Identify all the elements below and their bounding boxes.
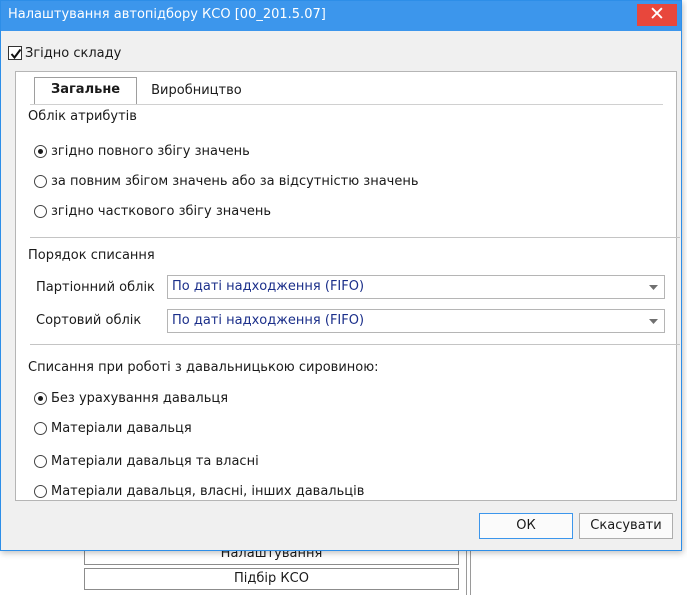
radio-label: Матеріали давальця: [51, 420, 192, 436]
tab-production[interactable]: Виробництво: [137, 80, 256, 104]
auto-selection-settings-dialog: Налаштування автопідбору КСО [00_201.5.0…: [0, 0, 682, 551]
radio-button[interactable]: [34, 391, 47, 405]
attributes-option-full-match[interactable]: згідно повного збігу значень: [34, 142, 250, 160]
according-to-composition-label: Згідно складу: [25, 45, 122, 61]
radio-button[interactable]: [34, 174, 47, 188]
chevron-down-icon: [649, 285, 658, 290]
close-button[interactable]: ✕: [637, 4, 677, 26]
attributes-option-full-or-empty[interactable]: за повним збігом значень або за відсутні…: [34, 172, 419, 190]
batch-accounting-label: Партіонний облік: [36, 280, 155, 295]
radio-button[interactable]: [34, 421, 47, 435]
background-vertical-line: [466, 548, 467, 595]
according-to-composition-checkbox[interactable]: [8, 46, 22, 60]
attributes-section-title: Облік атрибутів: [28, 109, 137, 124]
section-divider: [30, 344, 680, 345]
dialog-title: Налаштування автопідбору КСО [00_201.5.0…: [8, 7, 326, 22]
grade-accounting-select[interactable]: По даті надходження (FIFO): [167, 309, 665, 333]
tolling-option-all-suppliers[interactable]: Матеріали давальця, власні, інших даваль…: [34, 482, 364, 500]
tolling-section-title: Списання при роботі з давальницькою сиро…: [28, 360, 379, 375]
radio-button[interactable]: [34, 144, 47, 158]
radio-label: Матеріали давальця та власні: [51, 453, 259, 469]
batch-accounting-select[interactable]: По даті надходження (FIFO): [167, 275, 665, 299]
background-select-kso-cell[interactable]: Підбір КСО: [84, 568, 459, 590]
tolling-option-supplier-materials[interactable]: Матеріали давальця: [34, 419, 192, 437]
tab-divider: [30, 104, 663, 105]
settings-panel: Загальне Виробництво Облік атрибутів згі…: [15, 71, 680, 501]
grade-accounting-label: Сортовий облік: [36, 313, 142, 328]
radio-button[interactable]: [34, 484, 47, 498]
checkmark-icon: [10, 48, 22, 60]
radio-label: Матеріали давальця, власні, інших даваль…: [51, 483, 365, 499]
writeoff-section-title: Порядок списання: [28, 248, 155, 263]
select-value: По даті надходження (FIFO): [172, 279, 365, 294]
tab-general[interactable]: Загальне: [34, 77, 138, 104]
tolling-option-supplier-and-own[interactable]: Матеріали давальця та власні: [34, 452, 259, 470]
radio-label: згідно часткового збігу значень: [51, 203, 272, 219]
radio-button[interactable]: [34, 454, 47, 468]
radio-label: за повним збігом значень або за відсутні…: [51, 173, 419, 189]
radio-button[interactable]: [34, 204, 47, 218]
tab-strip: Загальне Виробництво: [34, 77, 256, 104]
chevron-down-icon: [649, 319, 658, 324]
radio-label: згідно повного збігу значень: [51, 143, 250, 159]
cancel-button[interactable]: Скасувати: [579, 513, 673, 539]
background-vertical-line: [470, 548, 471, 595]
attributes-option-partial-match[interactable]: згідно часткового збігу значень: [34, 202, 271, 220]
select-value: По даті надходження (FIFO): [172, 313, 365, 328]
close-icon: ✕: [649, 3, 665, 25]
radio-label: Без урахування давальця: [51, 390, 229, 406]
dialog-titlebar[interactable]: Налаштування автопідбору КСО [00_201.5.0…: [1, 1, 681, 31]
tolling-option-without-supplier[interactable]: Без урахування давальця: [34, 389, 228, 407]
ok-button[interactable]: ОК: [479, 513, 573, 539]
section-divider: [30, 237, 680, 238]
according-to-composition-checkbox-row[interactable]: Згідно складу: [8, 44, 121, 62]
